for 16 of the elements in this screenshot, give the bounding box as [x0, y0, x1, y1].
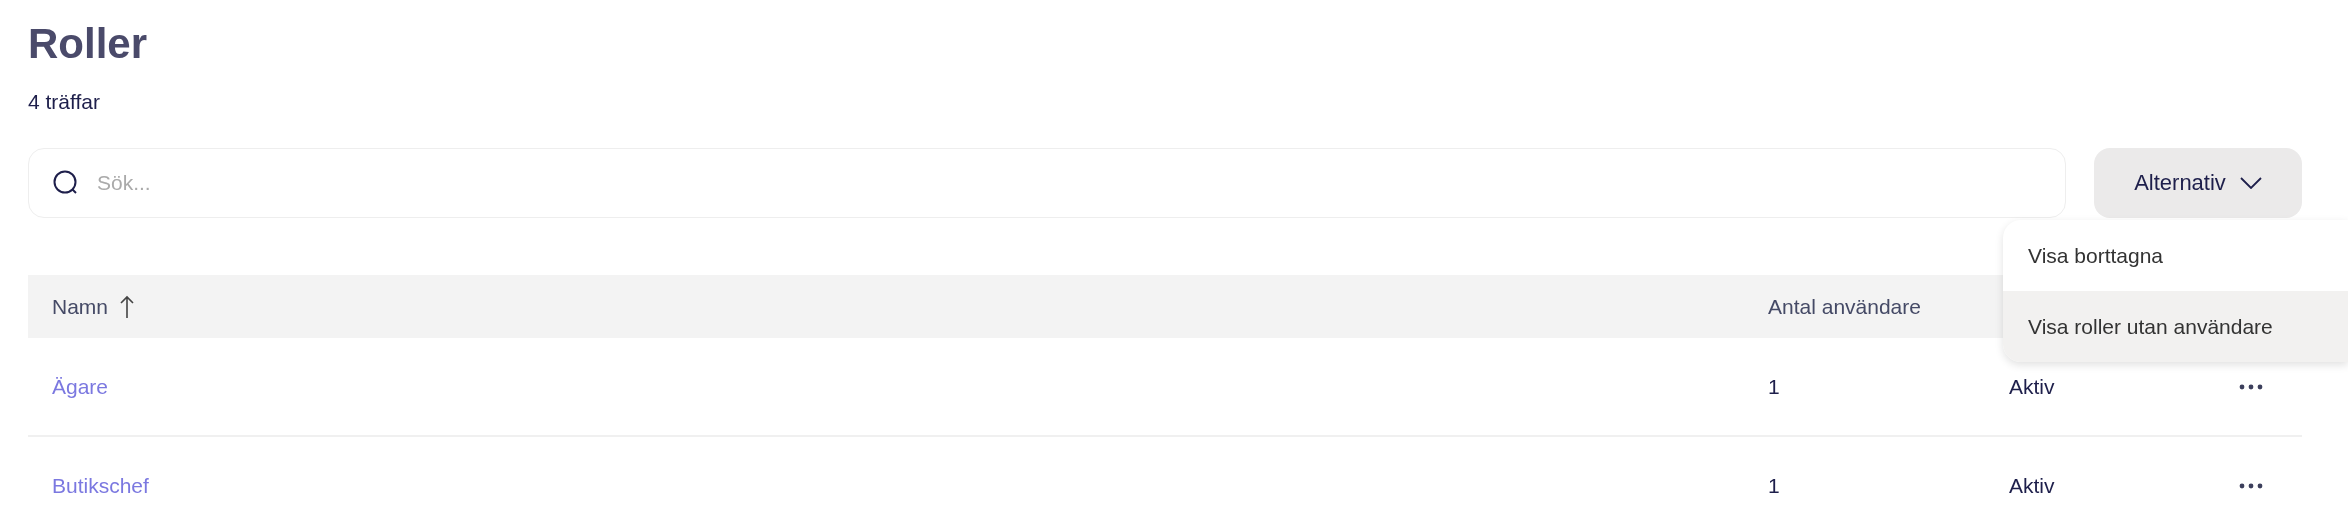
menu-item[interactable]: Visa roller utan användare — [2003, 291, 2348, 362]
table-cell: 1 — [1768, 374, 1780, 399]
chevron-icon — [2239, 177, 2262, 189]
column-header[interactable]: Antal användare — [1768, 294, 1921, 319]
table-cell: 1 — [1768, 473, 1780, 498]
column-header[interactable]: Namn — [52, 294, 109, 319]
page-title: Roller — [28, 19, 149, 69]
search-icon — [53, 170, 79, 196]
status-text: Aktiv — [2009, 473, 2055, 497]
role-link[interactable]: Butikschef — [52, 473, 149, 498]
role-link[interactable]: Ägare — [52, 374, 109, 399]
search-field[interactable]: Sök... — [28, 148, 2066, 218]
options-button[interactable]: Alternativ — [2094, 148, 2302, 218]
status-text: Aktiv — [2009, 374, 2055, 398]
result-count: 4 träffar — [28, 89, 101, 115]
menu-item[interactable]: Visa borttagna — [2003, 220, 2348, 291]
